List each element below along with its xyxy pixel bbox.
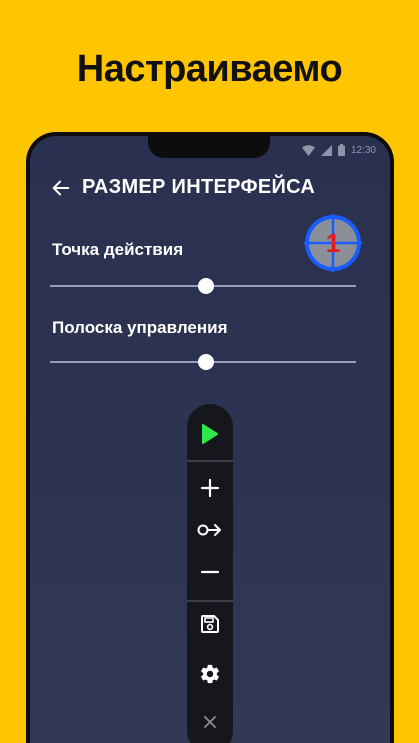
floating-control-bar (187, 404, 233, 743)
page-title: РАЗМЕР ИНТЕРФЕЙСА (82, 176, 316, 198)
target-marker[interactable]: 1 (304, 214, 362, 272)
app-bar: РАЗМЕР ИНТЕРФЕЙСА (50, 176, 315, 199)
phone-notch (148, 136, 270, 158)
add-button[interactable] (187, 468, 233, 508)
play-icon (202, 424, 218, 444)
minus-icon (200, 570, 220, 574)
status-bar: 12:30 (301, 144, 376, 156)
app-screen: 12:30 РАЗМЕР ИНТЕРФЕЙСА 1 Точка действия… (30, 136, 390, 743)
arrow-left-icon[interactable] (50, 177, 72, 199)
crosshair-icon: 1 (304, 214, 362, 272)
gear-icon (201, 664, 219, 684)
save-icon (201, 615, 219, 633)
action-point-slider[interactable] (50, 276, 356, 296)
setting-label-action-point: Точка действия (52, 240, 184, 259)
settings-button[interactable] (187, 654, 233, 694)
control-bar-slider[interactable] (50, 352, 356, 372)
plus-icon (200, 478, 220, 498)
close-icon (204, 716, 216, 728)
target-number: 1 (326, 228, 340, 258)
battery-icon (337, 144, 345, 156)
setting-label-control-bar: Полоска управления (52, 318, 228, 337)
wifi-icon (301, 144, 315, 156)
signal-icon (320, 144, 332, 156)
save-button[interactable] (187, 604, 233, 644)
remove-button[interactable] (187, 552, 233, 592)
slider-thumb[interactable] (198, 354, 215, 370)
swipe-arrow-icon (197, 524, 221, 536)
play-button[interactable] (187, 414, 233, 454)
close-button[interactable] (187, 702, 233, 742)
toolbar-divider (187, 600, 233, 602)
phone-frame: 12:30 РАЗМЕР ИНТЕРФЕЙСА 1 Точка действия… (26, 132, 394, 743)
toolbar-divider (187, 460, 233, 462)
promo-headline: Настраиваемо (76, 48, 343, 90)
slider-thumb[interactable] (198, 278, 215, 294)
add-swipe-button[interactable] (187, 510, 233, 550)
status-time: 12:30 (350, 144, 376, 156)
